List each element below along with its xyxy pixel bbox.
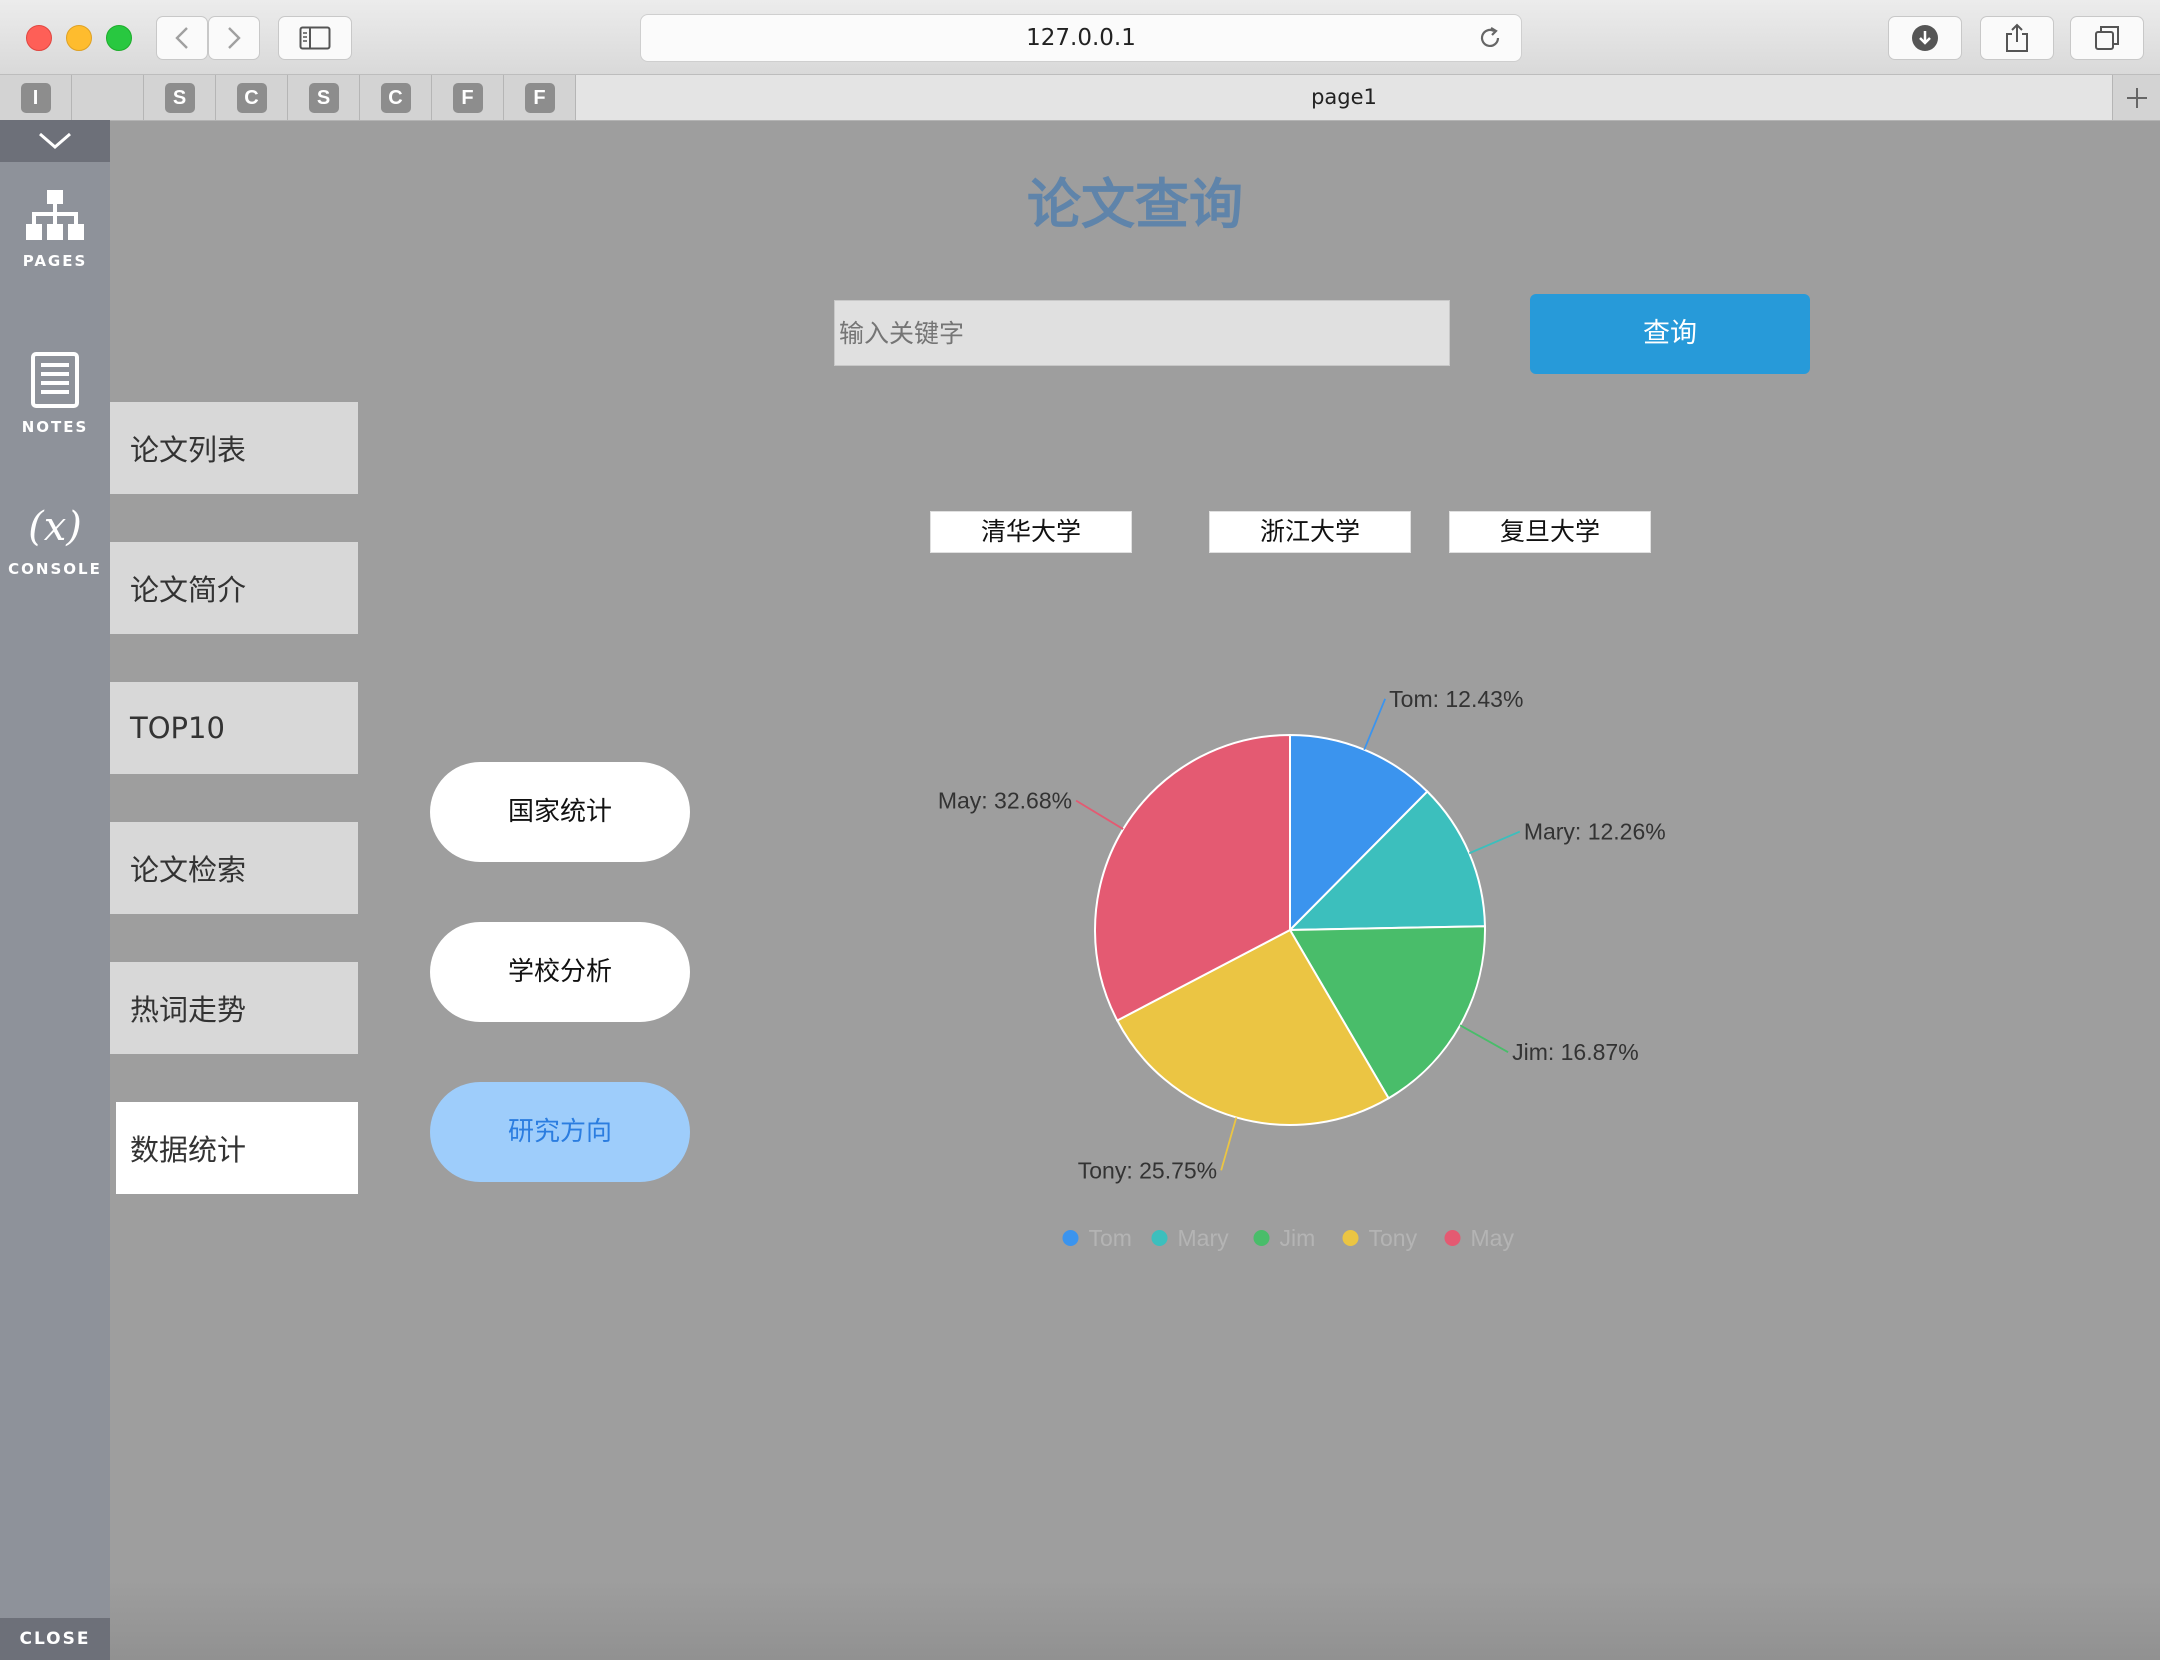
zoom-window-button[interactable] [106, 25, 132, 51]
pinned-tab-badge: S [164, 82, 195, 113]
reload-icon[interactable] [1477, 25, 1503, 51]
sidebar-toggle-button[interactable] [278, 16, 352, 60]
download-icon [1912, 25, 1938, 51]
nav-item-paper-intro[interactable]: 论文简介 [110, 542, 358, 634]
legend-label-tony[interactable]: Tony [1369, 1225, 1418, 1251]
variable-icon: (x) [28, 504, 82, 550]
pinned-tab[interactable] [72, 75, 144, 120]
tab-overview-button[interactable] [2070, 16, 2144, 60]
minimize-window-button[interactable] [66, 25, 92, 51]
school-analysis-button[interactable]: 学校分析 [430, 922, 690, 1022]
legend-label-mary[interactable]: Mary [1178, 1225, 1230, 1251]
back-button[interactable] [156, 16, 208, 60]
pinned-tab[interactable]: F [432, 75, 504, 120]
tab-page1[interactable]: page1 [575, 75, 2113, 120]
pie-label-jim: Jim: 16.87% [1512, 1039, 1639, 1065]
pinned-tab[interactable]: F [504, 75, 576, 120]
pie-label-may: May: 32.68% [938, 788, 1072, 814]
nav-item-data-stats[interactable]: 数据统计 [116, 1102, 358, 1194]
close-window-button[interactable] [26, 25, 52, 51]
legend-marker-tom[interactable] [1062, 1230, 1079, 1246]
share-button[interactable] [1980, 16, 2054, 60]
page-title: 论文查询 [1027, 173, 1243, 236]
legend-marker-tony[interactable] [1342, 1230, 1359, 1246]
pie-label-line-tony [1220, 1117, 1238, 1171]
sidebar-item-pages[interactable]: PAGES [0, 190, 110, 270]
pinned-tab[interactable]: S [288, 75, 360, 120]
pinned-tab-badge: F [524, 82, 555, 113]
pinned-tab[interactable]: I [0, 75, 72, 120]
research-direction-button[interactable]: 研究方向 [430, 1082, 690, 1182]
pie-label-line-may [1075, 799, 1124, 830]
url-text: 127.0.0.1 [1026, 25, 1136, 51]
share-icon [2006, 23, 2028, 52]
page-bottom-shadow [110, 1580, 2160, 1660]
pie-label-mary: Mary: 12.26% [1524, 819, 1666, 845]
pinned-tab-badge: C [236, 82, 267, 113]
chevron-left-icon [175, 27, 188, 49]
browser-toolbar: 127.0.0.1 [0, 0, 2160, 75]
nav-item-top10[interactable]: TOP10 [110, 682, 358, 774]
tabs-icon [2095, 26, 2119, 50]
chevron-right-icon [228, 27, 241, 49]
country-stats-button[interactable]: 国家统计 [430, 762, 690, 862]
close-sidebar-button[interactable]: CLOSE [0, 1618, 110, 1660]
address-bar[interactable]: 127.0.0.1 [640, 14, 1522, 62]
school-button-fudan[interactable]: 复旦大学 [1449, 511, 1651, 553]
pie-label-line-mary [1468, 830, 1521, 855]
plus-icon [2127, 87, 2147, 108]
nav-item-hotword-trend[interactable]: 热词走势 [110, 962, 358, 1054]
pie-label-tony: Tony: 25.75% [1078, 1157, 1217, 1183]
sidebar-item-console[interactable]: (x) CONSOLE [0, 500, 110, 578]
pie-chart: Tom: 12.43% Mary: 12.26% Jim: 16.87% Tony: … [938, 686, 1666, 1251]
downloads-button[interactable] [1888, 16, 1962, 60]
new-tab-button[interactable] [2114, 75, 2160, 120]
pinned-tab[interactable]: S [144, 75, 216, 120]
pie-label-line-tom [1363, 698, 1387, 751]
collapse-sidebar-button[interactable] [0, 120, 110, 162]
search-button[interactable]: 查询 [1530, 294, 1810, 374]
school-button-zhejiang[interactable]: 浙江大学 [1209, 511, 1411, 553]
legend-marker-mary[interactable] [1151, 1230, 1168, 1246]
tab-bar: I S C S C F F page1 [0, 75, 2160, 121]
forward-button[interactable] [208, 16, 260, 60]
notes-icon [31, 352, 79, 408]
sidebar-item-label: NOTES [21, 418, 89, 436]
legend-marker-may[interactable] [1444, 1230, 1461, 1246]
nav-item-paper-list[interactable]: 论文列表 [110, 402, 358, 494]
nav-item-paper-search[interactable]: 论文检索 [110, 822, 358, 914]
search-input[interactable] [834, 300, 1450, 366]
sidebar-item-notes[interactable]: NOTES [0, 352, 110, 436]
pinned-tab[interactable]: C [360, 75, 432, 120]
pinned-tab-badge: I [20, 82, 51, 113]
school-button-tsinghua[interactable]: 清华大学 [930, 511, 1132, 553]
pie-label-tom: Tom: 12.43% [1389, 686, 1523, 712]
pinned-tab[interactable]: C [216, 75, 288, 120]
sidebar-item-label: PAGES [22, 252, 88, 270]
chevron-down-icon [39, 132, 71, 149]
legend-label-may[interactable]: May [1471, 1225, 1515, 1251]
legend-marker-jim[interactable] [1253, 1230, 1270, 1246]
pinned-tab-badge: C [380, 82, 411, 113]
sidebar-icon [299, 26, 331, 50]
pinned-tab-badge: S [308, 82, 339, 113]
sidebar-item-label: CONSOLE [8, 560, 102, 578]
prototype-sidebar: PAGES NOTES (x) CONSOLE CLOSE [0, 120, 110, 1660]
pie-label-line-jim [1459, 1024, 1509, 1053]
sitemap-icon [26, 190, 84, 240]
legend-label-tom[interactable]: Tom [1089, 1225, 1132, 1251]
legend-label-jim[interactable]: Jim [1280, 1225, 1316, 1251]
pinned-tab-badge: F [452, 82, 483, 113]
